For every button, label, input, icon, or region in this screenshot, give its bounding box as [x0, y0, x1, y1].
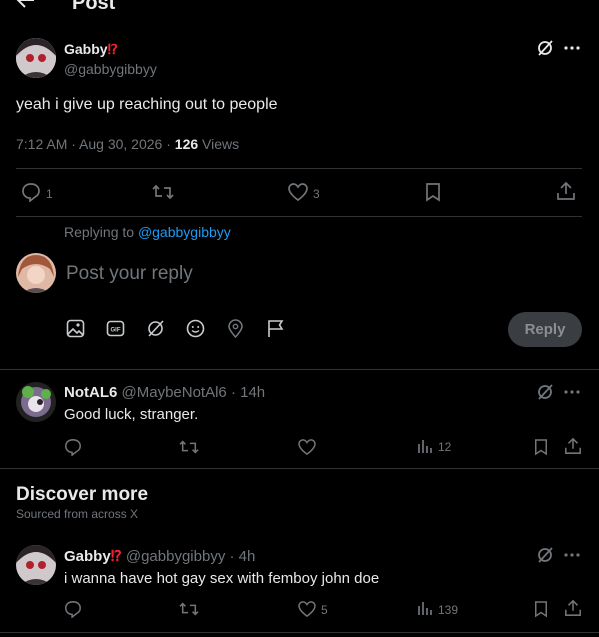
- back-arrow-icon[interactable]: [16, 0, 36, 10]
- grok-icon[interactable]: [536, 546, 554, 564]
- post-time[interactable]: 7:12 AM · Aug 30, 2026 ·: [16, 136, 175, 152]
- views-icon[interactable]: [417, 438, 433, 454]
- repost-icon[interactable]: [179, 600, 199, 618]
- reply-text: Good luck, stranger.: [64, 406, 199, 423]
- user-avatar[interactable]: [16, 253, 56, 293]
- reply-input[interactable]: Post your reply: [66, 263, 486, 285]
- divider: [0, 468, 599, 469]
- divider: [16, 216, 582, 217]
- share-icon[interactable]: [564, 599, 582, 617]
- post-text: i wanna have hot gay sex with femboy joh…: [64, 570, 380, 587]
- author-handle-time[interactable]: @gabbygibbyy · 4h: [126, 548, 255, 565]
- view-count: 12: [438, 440, 452, 454]
- like-count: 5: [321, 603, 328, 617]
- repost-icon[interactable]: [152, 182, 174, 202]
- bookmark-icon[interactable]: [534, 438, 548, 456]
- discover-subtitle: Sourced from across X: [16, 507, 139, 521]
- like-icon[interactable]: [298, 601, 316, 617]
- avatar[interactable]: [16, 545, 56, 585]
- emoji-icon[interactable]: [186, 319, 205, 338]
- grok-icon[interactable]: [536, 383, 554, 401]
- image-icon[interactable]: [66, 319, 85, 338]
- divider: [0, 369, 599, 370]
- like-count: 3: [313, 187, 320, 201]
- post-author: Gabby⁉ @gabbygibbyy · 4h: [64, 547, 255, 565]
- author-name[interactable]: NotAL6: [64, 384, 117, 401]
- post-author[interactable]: Gabby⁉: [64, 41, 118, 58]
- author-name[interactable]: Gabby: [64, 548, 111, 565]
- replying-to: Replying to @gabbygibbyy: [64, 224, 231, 240]
- view-count: 139: [438, 603, 459, 617]
- reply-author: NotAL6 @MaybeNotAl6 · 14h: [64, 384, 265, 401]
- author-badge: ⁉: [107, 41, 118, 57]
- share-icon[interactable]: [556, 181, 576, 201]
- grok-icon[interactable]: [146, 319, 165, 338]
- reply-icon[interactable]: [64, 600, 82, 618]
- divider: [16, 168, 582, 169]
- repost-icon[interactable]: [179, 438, 199, 456]
- reply-button[interactable]: Reply: [508, 312, 582, 347]
- reply-icon[interactable]: [64, 438, 82, 456]
- replying-to-handle[interactable]: @gabbygibbyy: [138, 224, 231, 240]
- flag-icon[interactable]: [266, 319, 285, 338]
- discover-title: Discover more: [16, 484, 149, 505]
- more-icon[interactable]: [564, 390, 580, 394]
- views-label: Views: [198, 136, 240, 152]
- author-name[interactable]: Gabby: [64, 41, 108, 57]
- svg-text:GIF: GIF: [111, 328, 121, 334]
- reply-count: 1: [46, 187, 53, 201]
- view-count: 126: [174, 136, 199, 152]
- share-icon[interactable]: [564, 437, 582, 455]
- location-icon[interactable]: [226, 319, 245, 338]
- views-icon[interactable]: [417, 600, 433, 616]
- gif-icon[interactable]: GIF: [106, 319, 125, 338]
- author-badge: ⁉: [110, 548, 122, 565]
- bookmark-icon[interactable]: [425, 182, 441, 202]
- replying-to-label: Replying to: [64, 224, 138, 240]
- author-handle-time[interactable]: @MaybeNotAl6 · 14h: [122, 384, 266, 401]
- like-icon[interactable]: [288, 183, 308, 201]
- bookmark-icon[interactable]: [534, 600, 548, 618]
- page-title: Post: [72, 0, 116, 14]
- avatar[interactable]: [16, 38, 56, 78]
- avatar[interactable]: [16, 382, 56, 422]
- reply-icon[interactable]: [21, 182, 41, 202]
- post-meta: 7:12 AM · Aug 30, 2026 · 126 Views: [16, 136, 239, 152]
- divider: [0, 632, 599, 633]
- more-icon[interactable]: [564, 46, 580, 50]
- author-handle[interactable]: @gabbygibbyy: [64, 61, 157, 77]
- like-icon[interactable]: [298, 439, 316, 455]
- more-icon[interactable]: [564, 553, 580, 557]
- post-text: yeah i give up reaching out to people: [16, 96, 278, 113]
- grok-icon[interactable]: [536, 39, 554, 57]
